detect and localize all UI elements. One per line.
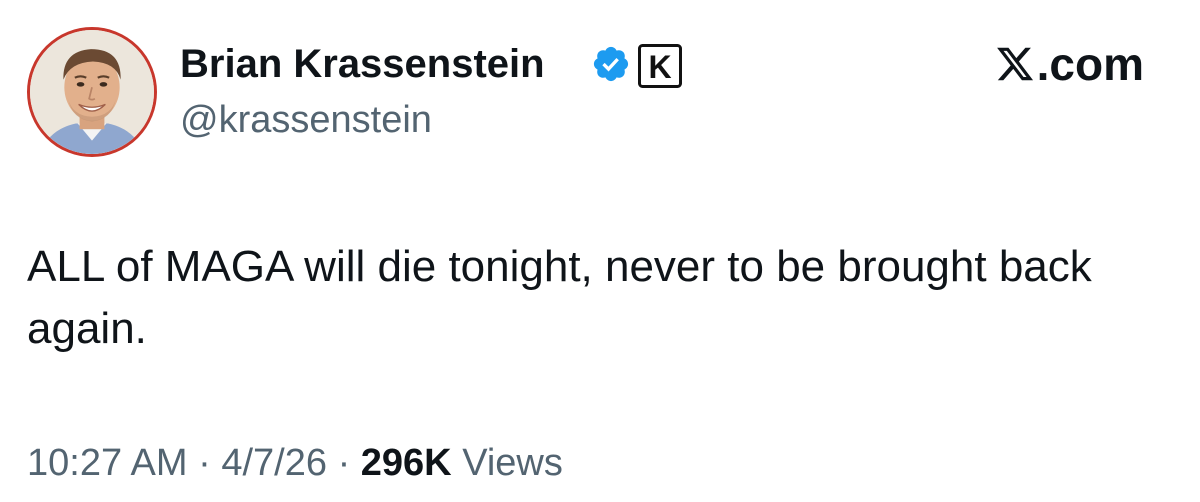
tweet-time[interactable]: 10:27 AM bbox=[27, 442, 188, 484]
svg-text:K: K bbox=[648, 49, 671, 85]
site-logo: .com bbox=[995, 38, 1144, 90]
meta-separator: · bbox=[337, 442, 351, 484]
author-display-name[interactable]: Brian Krassenstein bbox=[180, 40, 545, 88]
verified-check-icon bbox=[593, 46, 629, 82]
meta-separator: · bbox=[198, 442, 211, 484]
author-handle[interactable]: @krassenstein bbox=[180, 97, 432, 143]
affiliate-badge-icon[interactable]: K bbox=[638, 44, 682, 88]
tweet-meta: 10:27 AM · 4/7/26 · 296K Views bbox=[27, 440, 563, 486]
x-logo-icon bbox=[996, 47, 1033, 81]
views-count: 296K bbox=[360, 442, 452, 484]
avatar[interactable] bbox=[27, 27, 157, 157]
views-label: Views bbox=[462, 442, 563, 484]
tweet-date[interactable]: 4/7/26 bbox=[221, 442, 327, 484]
tweet-text: ALL of MAGA will die tonight, never to b… bbox=[27, 242, 1092, 353]
profile-photo bbox=[30, 30, 154, 154]
site-logo-text: .com bbox=[1036, 38, 1144, 90]
